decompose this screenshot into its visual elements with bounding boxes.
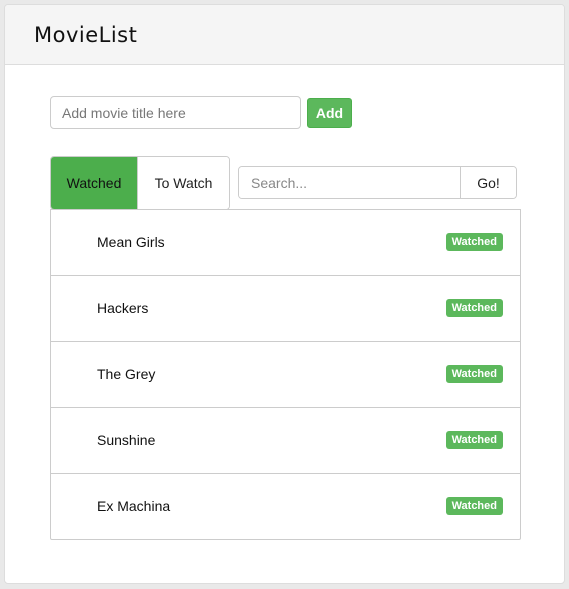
movie-title: The Grey	[97, 366, 156, 382]
panel-header: MovieList	[5, 5, 564, 65]
status-badge[interactable]: Watched	[445, 299, 503, 317]
search-group: Go!	[238, 166, 517, 199]
movie-list-panel: MovieList Add Watched To Watch Go! Mean …	[4, 4, 565, 584]
list-item[interactable]: The Grey Watched	[51, 342, 520, 408]
app-title: MovieList	[34, 23, 138, 47]
search-input[interactable]	[239, 167, 460, 198]
movie-title: Mean Girls	[97, 234, 165, 250]
list-item[interactable]: Ex Machina Watched	[51, 474, 520, 539]
list-item[interactable]: Sunshine Watched	[51, 408, 520, 474]
movie-title: Hackers	[97, 300, 149, 316]
go-button[interactable]: Go!	[460, 167, 516, 198]
movie-title: Ex Machina	[97, 498, 171, 514]
filter-tabs: Watched To Watch	[50, 156, 230, 210]
tab-to-watch[interactable]: To Watch	[138, 157, 229, 209]
movie-list: Mean Girls Watched Hackers Watched The G…	[50, 209, 521, 540]
list-item[interactable]: Hackers Watched	[51, 276, 520, 342]
status-badge[interactable]: Watched	[445, 497, 503, 515]
status-badge[interactable]: Watched	[445, 365, 503, 383]
add-movie-input[interactable]	[50, 96, 301, 129]
tab-watched[interactable]: Watched	[51, 157, 138, 209]
status-badge[interactable]: Watched	[445, 233, 503, 251]
add-button[interactable]: Add	[307, 98, 352, 128]
list-item[interactable]: Mean Girls Watched	[51, 210, 520, 276]
status-badge[interactable]: Watched	[445, 431, 503, 449]
movie-title: Sunshine	[97, 432, 156, 448]
